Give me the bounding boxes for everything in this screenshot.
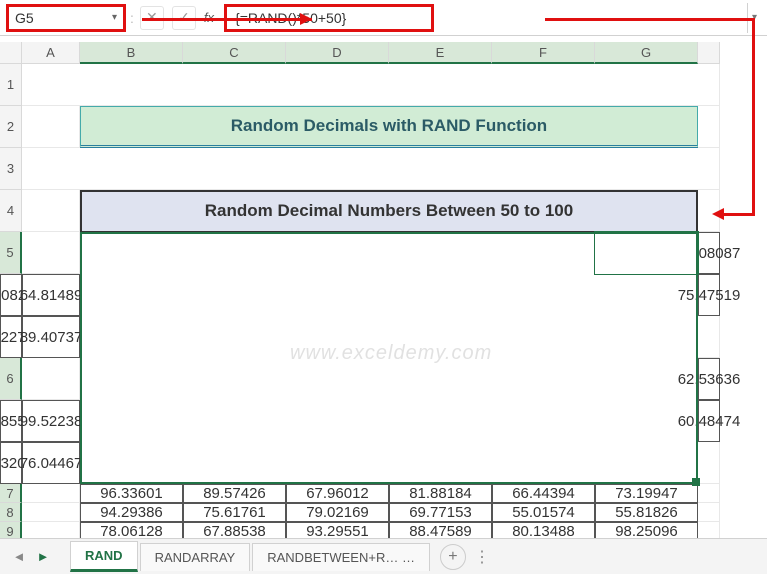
- data-cell[interactable]: 80.13488: [492, 522, 595, 538]
- data-cell[interactable]: 77.32045: [0, 442, 22, 484]
- row-header[interactable]: 2: [0, 106, 22, 148]
- spreadsheet-grid[interactable]: A B C D E F G 1 2 Random Decimals with R…: [0, 42, 767, 538]
- chevron-down-icon[interactable]: ▾: [112, 12, 117, 23]
- cell[interactable]: [698, 503, 720, 522]
- cell[interactable]: [22, 484, 80, 503]
- cell[interactable]: [698, 522, 720, 538]
- sheet-tab-bar: ◄ ► RAND RANDARRAY RANDBETWEEN+R… … + ⋮: [0, 538, 767, 574]
- col-header-empty[interactable]: [698, 42, 720, 64]
- sheet-tab[interactable]: RANDARRAY: [140, 543, 251, 571]
- cell[interactable]: [22, 358, 80, 400]
- cell[interactable]: [22, 64, 720, 106]
- tab-more-icon[interactable]: ⋮: [474, 547, 490, 567]
- data-cell[interactable]: 64.08211: [0, 274, 22, 316]
- data-cell[interactable]: 79.02169: [286, 503, 389, 522]
- data-cell[interactable]: 69.77153: [389, 503, 492, 522]
- data-cell[interactable]: 76.04467: [22, 442, 80, 484]
- data-cell[interactable]: 64.81489: [22, 274, 80, 316]
- selection-range: [80, 232, 698, 484]
- accept-formula-icon[interactable]: ✓: [172, 6, 196, 30]
- data-cell[interactable]: 69.08087: [698, 232, 720, 274]
- data-cell[interactable]: 81.88184: [389, 484, 492, 503]
- name-box[interactable]: G5 ▾: [6, 4, 126, 32]
- data-cell[interactable]: 93.29551: [286, 522, 389, 538]
- row-header[interactable]: 7: [0, 484, 22, 503]
- data-cell[interactable]: 95.22782: [0, 316, 22, 358]
- name-box-value: G5: [15, 10, 34, 26]
- cell[interactable]: [22, 148, 720, 190]
- data-cell[interactable]: 55.81826: [595, 503, 698, 522]
- tab-next-icon[interactable]: ►: [32, 545, 54, 569]
- cell[interactable]: [698, 106, 720, 148]
- sheet-tab-active[interactable]: RAND: [70, 541, 138, 572]
- cancel-formula-icon[interactable]: ✕: [140, 6, 164, 30]
- formula-input[interactable]: {=RAND()*50+50}: [224, 4, 434, 32]
- row-header[interactable]: 9: [0, 522, 22, 538]
- col-header[interactable]: B: [80, 42, 183, 64]
- row-header[interactable]: 3: [0, 148, 22, 190]
- data-cell[interactable]: 67.96012: [286, 484, 389, 503]
- data-cell[interactable]: 78.06128: [80, 522, 183, 538]
- select-all-triangle[interactable]: [0, 42, 22, 64]
- annotation-arrow-head: [712, 208, 724, 220]
- cell[interactable]: [698, 316, 720, 358]
- annotation-arrow-head: [300, 13, 312, 25]
- row-header[interactable]: 8: [0, 503, 22, 522]
- sheet-tab[interactable]: RANDBETWEEN+R… …: [252, 543, 430, 571]
- formula-expand-icon[interactable]: ▾: [747, 3, 761, 33]
- row-header[interactable]: 1: [0, 64, 22, 106]
- cell[interactable]: [22, 232, 80, 274]
- cell[interactable]: [698, 442, 720, 484]
- data-cell[interactable]: 96.33601: [80, 484, 183, 503]
- fx-icon[interactable]: fx: [204, 10, 214, 25]
- title-banner: Random Decimals with RAND Function: [80, 106, 698, 148]
- cell[interactable]: [22, 190, 80, 232]
- row-header[interactable]: 6: [0, 358, 22, 400]
- data-cell[interactable]: 66.44394: [492, 484, 595, 503]
- cell[interactable]: [22, 106, 80, 148]
- data-cell[interactable]: 89.40737: [22, 316, 80, 358]
- tab-prev-icon[interactable]: ◄: [8, 545, 30, 569]
- table-header: Random Decimal Numbers Between 50 to 100: [80, 190, 698, 232]
- cell[interactable]: [698, 484, 720, 503]
- data-cell[interactable]: 62.53636: [698, 358, 720, 400]
- cell[interactable]: [22, 503, 80, 522]
- data-cell[interactable]: 60.48474: [698, 400, 720, 442]
- col-header[interactable]: C: [183, 42, 286, 64]
- col-header[interactable]: E: [389, 42, 492, 64]
- data-cell[interactable]: 73.19947: [595, 484, 698, 503]
- col-header[interactable]: A: [22, 42, 80, 64]
- data-cell[interactable]: 75.47519: [698, 274, 720, 316]
- data-cell[interactable]: 75.61761: [183, 503, 286, 522]
- formula-bar-row: G5 ▾ : ✕ ✓ fx {=RAND()*50+50} ▾: [0, 0, 767, 36]
- add-sheet-icon[interactable]: +: [440, 544, 466, 570]
- cell[interactable]: [22, 522, 80, 538]
- data-cell[interactable]: 99.52238: [22, 400, 80, 442]
- data-cell[interactable]: 98.25096: [595, 522, 698, 538]
- col-header[interactable]: F: [492, 42, 595, 64]
- sep-colon: :: [130, 10, 134, 26]
- data-cell[interactable]: 88.47589: [389, 522, 492, 538]
- data-cell[interactable]: 94.29386: [80, 503, 183, 522]
- formula-text: {=RAND()*50+50}: [235, 10, 346, 26]
- row-header[interactable]: 5: [0, 232, 22, 274]
- data-cell[interactable]: 89.57426: [183, 484, 286, 503]
- data-table-border: [80, 190, 698, 484]
- data-cell[interactable]: 98.85517: [0, 400, 22, 442]
- row-header[interactable]: 4: [0, 190, 22, 232]
- data-cell[interactable]: 55.01574: [492, 503, 595, 522]
- col-header[interactable]: D: [286, 42, 389, 64]
- col-header[interactable]: G: [595, 42, 698, 64]
- data-cell[interactable]: 67.88538: [183, 522, 286, 538]
